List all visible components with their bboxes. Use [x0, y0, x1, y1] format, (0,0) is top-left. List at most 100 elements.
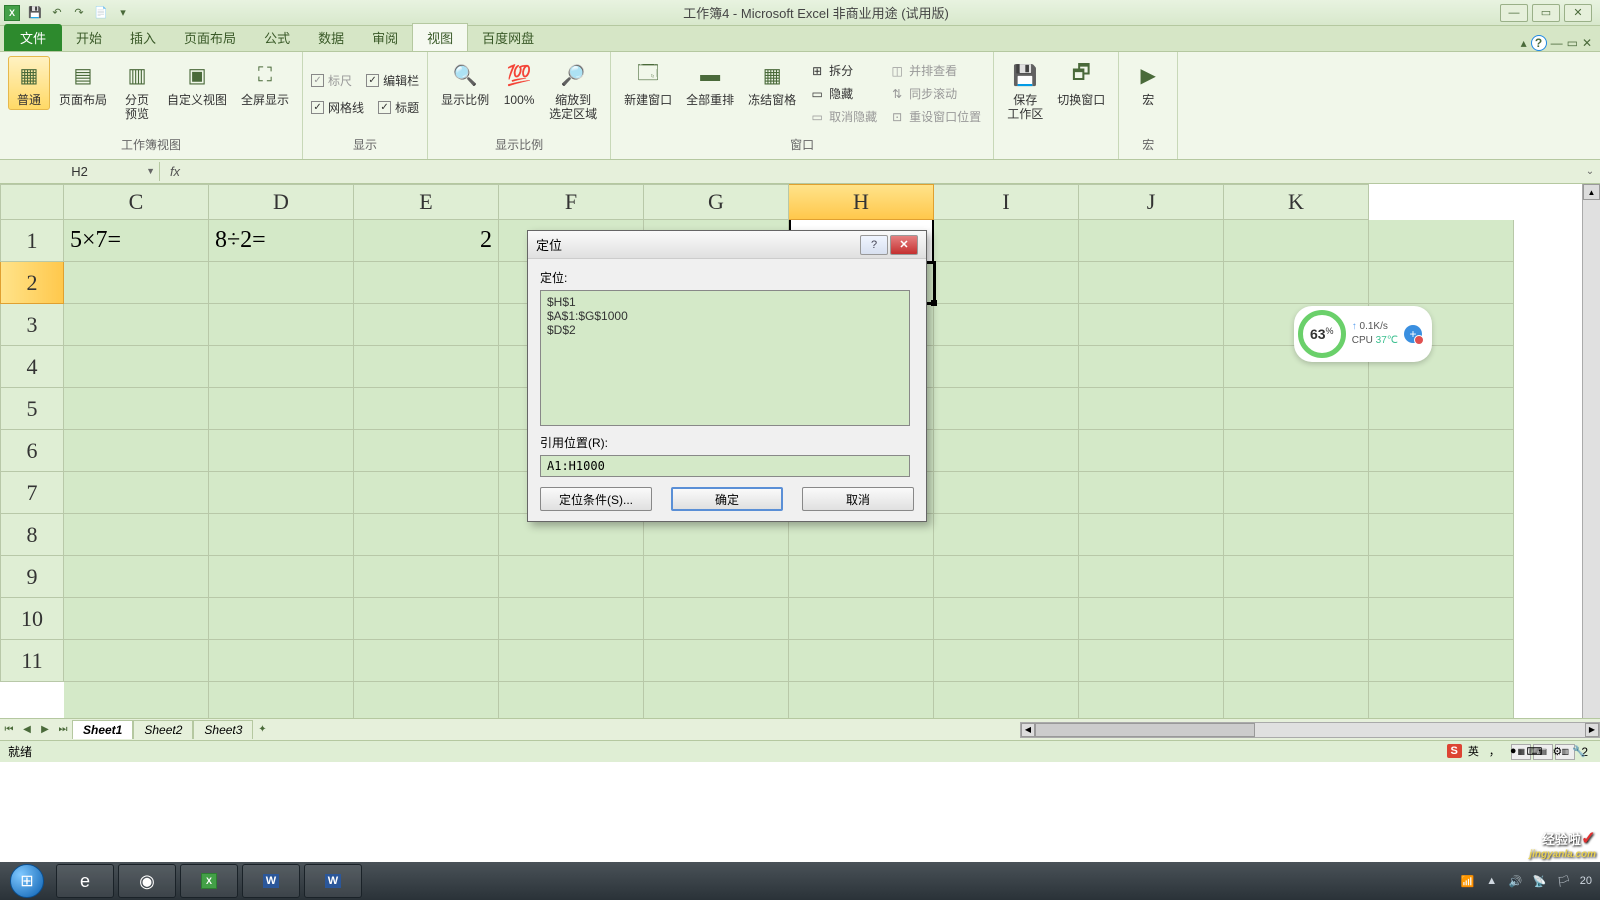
- col-F[interactable]: F: [499, 184, 644, 220]
- btn-zoom-100[interactable]: 💯100%: [498, 56, 540, 110]
- tab-view[interactable]: 视图: [412, 23, 468, 51]
- cell[interactable]: [934, 514, 1079, 556]
- formula-input[interactable]: [190, 170, 1580, 174]
- cell[interactable]: [64, 514, 209, 556]
- cell[interactable]: [354, 598, 499, 640]
- tab-insert[interactable]: 插入: [116, 24, 170, 51]
- view-normal[interactable]: ▦普通: [8, 56, 50, 110]
- tray-signal-icon[interactable]: 📡: [1532, 873, 1548, 889]
- doc-restore[interactable]: ▭: [1567, 36, 1578, 50]
- cell[interactable]: [1079, 262, 1224, 304]
- special-button[interactable]: 定位条件(S)...: [540, 487, 652, 511]
- system-monitor-widget[interactable]: 63% ↑ 0.1K/s CPU 37℃ +: [1294, 306, 1432, 362]
- cell[interactable]: [1079, 640, 1224, 682]
- btn-zoom[interactable]: 🔍显示比例: [436, 56, 494, 110]
- row-5[interactable]: 5: [0, 388, 64, 430]
- row-4[interactable]: 4: [0, 346, 64, 388]
- sheet-last[interactable]: ⏭: [54, 721, 72, 739]
- cell[interactable]: [354, 304, 499, 346]
- btn-switch-window[interactable]: 🗗切换窗口: [1052, 56, 1110, 110]
- cell[interactable]: [1224, 262, 1369, 304]
- taskbar-word1[interactable]: W: [242, 864, 300, 898]
- cell[interactable]: [1224, 472, 1369, 514]
- taskbar-browser[interactable]: e: [56, 864, 114, 898]
- cell[interactable]: [1079, 220, 1224, 262]
- cell[interactable]: [934, 430, 1079, 472]
- row-2[interactable]: 2: [0, 262, 64, 304]
- btn-arrange[interactable]: ▬全部重排: [681, 56, 739, 110]
- ime-full[interactable]: ●: [1506, 744, 1521, 758]
- cell[interactable]: [64, 430, 209, 472]
- cell[interactable]: [644, 556, 789, 598]
- cell[interactable]: [209, 598, 354, 640]
- cell[interactable]: [354, 514, 499, 556]
- cell[interactable]: [934, 640, 1079, 682]
- tab-home[interactable]: 开始: [62, 24, 116, 51]
- ok-button[interactable]: 确定: [671, 487, 783, 511]
- scroll-up-icon[interactable]: ▲: [1583, 184, 1600, 200]
- ime-tool-icon[interactable]: 🔧: [1568, 744, 1590, 759]
- cell[interactable]: [64, 262, 209, 304]
- cell[interactable]: [1224, 220, 1369, 262]
- cell[interactable]: [1079, 472, 1224, 514]
- cell[interactable]: [64, 304, 209, 346]
- tab-data[interactable]: 数据: [304, 24, 358, 51]
- cell[interactable]: [209, 388, 354, 430]
- cell[interactable]: [64, 640, 209, 682]
- ime-lang[interactable]: 英: [1464, 742, 1483, 760]
- cell[interactable]: [1224, 388, 1369, 430]
- chk-formula-bar[interactable]: ✓编辑栏: [366, 72, 419, 89]
- cell[interactable]: [1079, 304, 1224, 346]
- cell[interactable]: [354, 430, 499, 472]
- cell[interactable]: [1369, 430, 1514, 472]
- tab-file[interactable]: 文件: [4, 24, 62, 51]
- cell[interactable]: [1079, 598, 1224, 640]
- cell[interactable]: [644, 598, 789, 640]
- row-1[interactable]: 1: [0, 220, 64, 262]
- col-K[interactable]: K: [1224, 184, 1369, 220]
- cell[interactable]: [209, 346, 354, 388]
- cell[interactable]: [1224, 556, 1369, 598]
- cell[interactable]: [209, 640, 354, 682]
- view-page-layout[interactable]: ▤页面布局: [54, 56, 112, 110]
- cell[interactable]: [354, 556, 499, 598]
- btn-new-window[interactable]: 🗔新建窗口: [619, 56, 677, 110]
- sysmon-add-icon[interactable]: +: [1404, 325, 1422, 343]
- horizontal-scrollbar[interactable]: ◀ ▶: [1020, 722, 1600, 738]
- ime-gear-icon[interactable]: ⚙: [1548, 744, 1566, 759]
- cell[interactable]: [934, 220, 1079, 262]
- taskbar-excel[interactable]: X: [180, 864, 238, 898]
- cell[interactable]: [499, 556, 644, 598]
- qat-drop[interactable]: ▾: [114, 4, 132, 22]
- row-6[interactable]: 6: [0, 430, 64, 472]
- cell[interactable]: [209, 472, 354, 514]
- help-icon[interactable]: ?: [1531, 35, 1547, 51]
- sheet-first[interactable]: ⏮: [0, 721, 18, 739]
- cell[interactable]: [354, 640, 499, 682]
- tray-flag-icon[interactable]: ▲: [1484, 873, 1500, 889]
- system-tray[interactable]: 📶 ▲ 🔊 📡 🏳 20: [1460, 873, 1600, 889]
- cell[interactable]: [1369, 388, 1514, 430]
- cell[interactable]: [64, 346, 209, 388]
- view-fullscreen[interactable]: ⛶全屏显示: [236, 56, 294, 110]
- chk-gridlines[interactable]: ✓网格线: [311, 99, 364, 116]
- cell[interactable]: [1369, 262, 1514, 304]
- cell[interactable]: [354, 472, 499, 514]
- btn-macros[interactable]: ▶宏: [1127, 56, 1169, 110]
- cell[interactable]: [499, 640, 644, 682]
- view-page-break[interactable]: ▥分页 预览: [116, 56, 158, 125]
- cell[interactable]: [934, 346, 1079, 388]
- select-all-corner[interactable]: [0, 184, 64, 220]
- chevron-down-icon[interactable]: ▼: [146, 166, 155, 176]
- row-3[interactable]: 3: [0, 304, 64, 346]
- tray-time[interactable]: 20: [1580, 875, 1592, 887]
- list-item[interactable]: $A$1:$G$1000: [547, 309, 903, 323]
- cell[interactable]: [64, 472, 209, 514]
- col-I[interactable]: I: [934, 184, 1079, 220]
- ime-bar[interactable]: S 英 ， ● ⌨ ⚙ 🔧: [1447, 742, 1590, 760]
- restore-button[interactable]: ▭: [1532, 4, 1560, 22]
- scroll-left-icon[interactable]: ◀: [1021, 723, 1035, 737]
- btn-save-workspace[interactable]: 💾保存 工作区: [1002, 56, 1048, 125]
- cell[interactable]: [354, 388, 499, 430]
- col-C[interactable]: C: [64, 184, 209, 220]
